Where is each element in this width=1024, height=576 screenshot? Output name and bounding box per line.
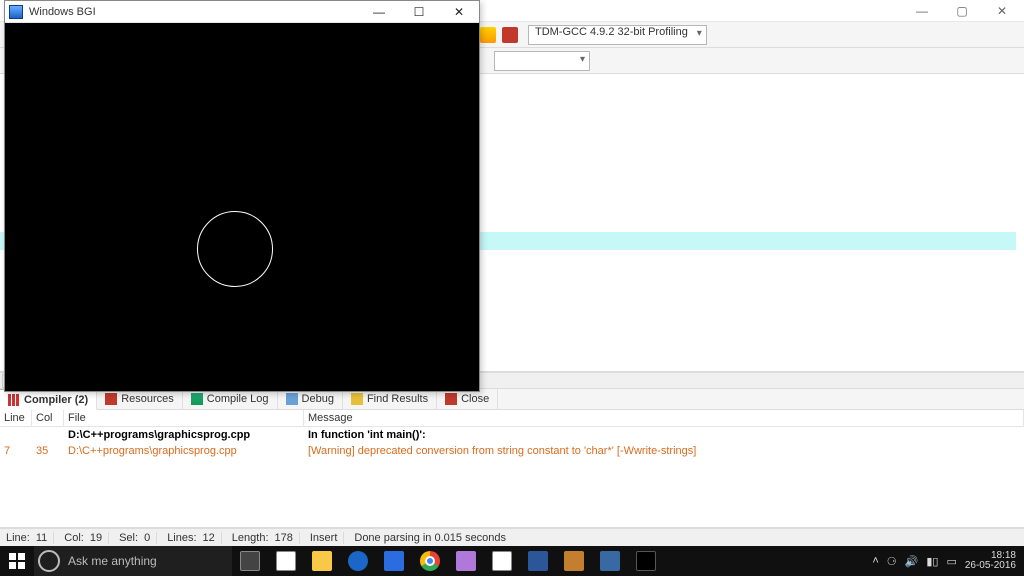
tab-debug[interactable]: Debug — [278, 389, 343, 409]
maximize-icon[interactable]: ☐ — [399, 1, 439, 23]
compiler-table-header: Line Col File Message — [0, 410, 1024, 427]
circle-shape — [197, 211, 273, 287]
resources-icon — [105, 393, 117, 405]
cortana-icon — [38, 550, 60, 572]
start-button[interactable] — [0, 546, 34, 576]
close-tab-icon — [445, 393, 457, 405]
volume-icon[interactable]: 🔊 — [905, 555, 919, 568]
app-store[interactable] — [376, 546, 412, 576]
battery-icon[interactable]: ▮▯ — [926, 555, 938, 568]
system-tray[interactable]: ˄ ⚆ 🔊 ▮▯ ▭ 18:18 26-05-2016 — [864, 546, 1024, 576]
find-icon — [351, 393, 363, 405]
tab-label: Resources — [121, 393, 174, 405]
grid-icon — [8, 394, 20, 406]
close-icon[interactable]: ✕ — [982, 0, 1022, 22]
tab-resources[interactable]: Resources — [97, 389, 183, 409]
search-placeholder: Ask me anything — [68, 554, 157, 568]
bgi-window[interactable]: Windows BGI — ☐ ✕ — [4, 0, 480, 392]
status-bar: Line: 11 Col: 19 Sel: 0 Lines: 12 Length: 178… — [0, 528, 1024, 546]
toolbar-icon-2[interactable] — [502, 27, 518, 43]
app-console[interactable] — [628, 546, 664, 576]
compiler-select[interactable]: TDM-GCC 4.9.2 32-bit Profiling — [528, 25, 707, 45]
app-word[interactable] — [520, 546, 556, 576]
taskbar-apps — [232, 546, 664, 576]
tab-label: Compiler (2) — [24, 394, 88, 406]
wifi-icon[interactable]: ⚆ — [887, 555, 897, 568]
status-parse: Done parsing in 0.015 seconds — [354, 532, 506, 544]
app-generic-1[interactable] — [448, 546, 484, 576]
status-length-value: 178 — [275, 532, 293, 544]
log-icon — [191, 393, 203, 405]
app-chrome[interactable] — [412, 546, 448, 576]
col-file: File — [64, 410, 304, 426]
status-line-label: Line: — [6, 532, 30, 544]
clock-date: 26-05-2016 — [965, 561, 1016, 572]
minimize-icon[interactable]: — — [902, 0, 942, 22]
tab-label: Close — [461, 393, 489, 405]
tab-label: Compile Log — [207, 393, 269, 405]
status-col-label: Col: — [64, 532, 84, 544]
app-chat[interactable] — [268, 546, 304, 576]
taskbar: Ask me anything ˄ ⚆ 🔊 ▮▯ ▭ 18:18 26-05-2… — [0, 546, 1024, 576]
col-col: Col — [32, 410, 64, 426]
status-lines-label: Lines: — [167, 532, 196, 544]
status-sel-value: 0 — [144, 532, 150, 544]
secondary-dropdown[interactable] — [494, 51, 590, 71]
status-lines-value: 12 — [203, 532, 215, 544]
search-input[interactable]: Ask me anything — [34, 546, 232, 576]
tab-label: Debug — [302, 393, 334, 405]
clock[interactable]: 18:18 26-05-2016 — [965, 551, 1016, 572]
col-line: Line — [0, 410, 32, 426]
table-row[interactable]: D:\C++programs\graphicsprog.cpp In funct… — [0, 427, 1024, 443]
bgi-titlebar[interactable]: Windows BGI — ☐ ✕ — [5, 1, 479, 23]
app-explorer[interactable] — [304, 546, 340, 576]
bgi-canvas — [5, 23, 479, 391]
tab-compile-log[interactable]: Compile Log — [183, 389, 278, 409]
col-message: Message — [304, 410, 1024, 426]
table-row[interactable]: 7 35 D:\C++programs\graphicsprog.cpp [Wa… — [0, 443, 1024, 459]
app-edge[interactable] — [340, 546, 376, 576]
tab-compiler[interactable]: Compiler (2) — [0, 389, 97, 410]
chevron-up-icon[interactable]: ˄ — [872, 555, 878, 567]
app-icon — [9, 5, 23, 19]
app-generic-2[interactable] — [556, 546, 592, 576]
app-devcpp[interactable] — [592, 546, 628, 576]
status-mode: Insert — [310, 532, 338, 544]
notification-icon[interactable]: ▭ — [946, 555, 956, 568]
status-line-value: 11 — [36, 532, 47, 544]
app-notepad[interactable] — [484, 546, 520, 576]
status-col-value: 19 — [90, 532, 102, 544]
tab-label: Find Results — [367, 393, 428, 405]
close-icon[interactable]: ✕ — [439, 1, 479, 23]
minimize-icon[interactable]: — — [359, 1, 399, 23]
maximize-icon[interactable]: ▢ — [942, 0, 982, 22]
windows-icon — [9, 553, 25, 569]
toolbar-icon-1[interactable] — [480, 27, 496, 43]
compiler-table: Line Col File Message D:\C++programs\gra… — [0, 410, 1024, 528]
debug-icon — [286, 393, 298, 405]
tab-find-results[interactable]: Find Results — [343, 389, 437, 409]
task-view-button[interactable] — [232, 546, 268, 576]
window-title: Windows BGI — [29, 6, 96, 18]
status-length-label: Length: — [232, 532, 269, 544]
status-sel-label: Sel: — [119, 532, 138, 544]
tab-close[interactable]: Close — [437, 389, 498, 409]
